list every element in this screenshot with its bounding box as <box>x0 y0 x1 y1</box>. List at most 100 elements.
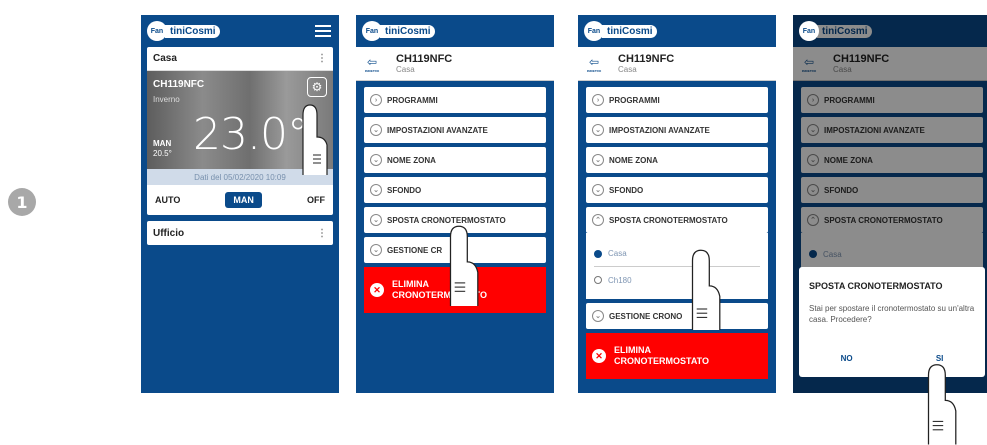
app-topbar: Fan tiniCosmi <box>356 15 554 47</box>
current-mode-label: MAN <box>153 139 172 148</box>
chevron-down-icon: ⌄ <box>592 310 604 322</box>
menu-item-label: PROGRAMMI <box>387 95 438 105</box>
brand-logo: Fan tiniCosmi <box>362 21 435 41</box>
menu-item-label: IMPOSTAZIONI AVANZATE <box>387 125 488 135</box>
logo-text: tiniCosmi <box>165 24 220 38</box>
kebab-menu-icon[interactable]: ⋮ <box>317 53 327 64</box>
phone-screen-device-menu: Fan tiniCosmi ⇦ INDIETRO CH119NFC Casa ›… <box>356 15 554 393</box>
home-card-ufficio: Ufficio ⋮ <box>147 221 333 245</box>
step-number-badge: 1 <box>8 188 36 216</box>
home-name: Casa <box>153 53 177 64</box>
dialog-message: Stai per spostare il cronotermostato su … <box>809 304 975 324</box>
logo-badge: Fan <box>147 21 167 41</box>
menu-item-label: NOME ZONA <box>609 155 658 165</box>
back-label: INDIETRO <box>364 68 380 73</box>
menu-item-sfondo[interactable]: ⌄ SFONDO <box>586 177 768 203</box>
device-subtitle: Casa <box>396 65 415 74</box>
option-casa[interactable]: Casa <box>594 241 760 267</box>
chevron-down-icon: ⌄ <box>592 124 604 136</box>
device-header: ⇦ INDIETRO CH119NFC Casa <box>356 47 554 81</box>
menu-item-label: SFONDO <box>387 185 422 195</box>
menu-item-sposta[interactable]: ⌃ SPOSTA CRONOTERMOSTATO <box>586 207 768 233</box>
home-name: Ufficio <box>153 227 185 239</box>
chevron-down-icon: ⌄ <box>370 184 382 196</box>
menu-item-label: PROGRAMMI <box>609 95 660 105</box>
logo-badge: Fan <box>799 21 819 41</box>
tap-hand-icon <box>691 249 721 330</box>
logo-text: tiniCosmi <box>380 24 435 38</box>
setpoint-label: 20.5° <box>153 149 172 158</box>
device-header: ⇦ INDIETRO CH119NFC Casa <box>578 47 776 81</box>
logo-badge: Fan <box>362 21 382 41</box>
back-button[interactable]: ⇦ INDIETRO <box>362 55 382 73</box>
menu-item-impostazioni[interactable]: ⌄ IMPOSTAZIONI AVANZATE <box>364 117 546 143</box>
home-card-header[interactable]: Casa ⋮ <box>147 47 333 71</box>
dialog-title: SPOSTA CRONOTERMOSTATO <box>809 281 943 291</box>
mode-auto-button[interactable]: AUTO <box>155 195 180 205</box>
app-topbar: Fan tiniCosmi <box>141 15 339 47</box>
app-topbar: Fan tiniCosmi <box>578 15 776 47</box>
delete-label-line1: ELIMINA <box>392 279 429 289</box>
menu-item-impostazioni[interactable]: ⌄ IMPOSTAZIONI AVANZATE <box>586 117 768 143</box>
menu-item-programmi[interactable]: › PROGRAMMI <box>364 87 546 113</box>
chevron-right-icon: › <box>592 94 604 106</box>
gear-icon[interactable]: ⚙ <box>307 77 327 97</box>
back-button[interactable]: ⇦ INDIETRO <box>584 55 604 73</box>
mode-off-button[interactable]: OFF <box>307 195 325 205</box>
chevron-down-icon: ⌄ <box>592 154 604 166</box>
kebab-menu-icon[interactable]: ⋮ <box>317 228 327 239</box>
menu-item-label: GESTIONE CR <box>387 245 443 255</box>
brand-logo: Fan tiniCosmi <box>584 21 657 41</box>
phone-screen-home: Fan tiniCosmi Casa ⋮ CH119NFC Inverno 23… <box>141 15 339 393</box>
chevron-up-icon: ⌃ <box>592 214 604 226</box>
menu-item-label: GESTIONE CRONO <box>609 311 683 321</box>
menu-item-sfondo[interactable]: ⌄ SFONDO <box>364 177 546 203</box>
chevron-down-icon: ⌄ <box>370 244 382 256</box>
menu-item-label: IMPOSTAZIONI AVANZATE <box>609 125 710 135</box>
device-name: CH119NFC <box>153 79 205 90</box>
menu-item-nome-zona[interactable]: ⌄ NOME ZONA <box>364 147 546 173</box>
menu-item-label: SFONDO <box>609 185 644 195</box>
option-ch180[interactable]: Ch180 <box>594 267 760 293</box>
menu-item-programmi[interactable]: › PROGRAMMI <box>586 87 768 113</box>
phone-screen-sposta-expanded: Fan tiniCosmi ⇦ INDIETRO CH119NFC Casa ›… <box>578 15 776 393</box>
back-icon: ⇦ <box>588 54 600 69</box>
delete-thermostat-button[interactable]: ✕ ELIMINA CRONOTERMOSTATO <box>586 333 768 379</box>
chevron-down-icon: ⌄ <box>592 184 604 196</box>
delete-label-line2: CRONOTERMOSTATO <box>614 356 709 366</box>
menu-item-gestione[interactable]: ⌄ GESTIONE CRONO <box>586 303 768 329</box>
logo-text: tiniCosmi <box>602 24 657 38</box>
radio-unselected-icon <box>594 276 602 284</box>
dialog-no-button[interactable]: NO <box>841 354 853 363</box>
tap-hand-icon <box>302 104 328 175</box>
brand-logo: Fan tiniCosmi <box>147 21 220 41</box>
device-title: CH119NFC <box>396 53 453 65</box>
menu-item-label: SPOSTA CRONOTERMOSTATO <box>609 215 728 225</box>
chevron-down-icon: ⌄ <box>370 124 382 136</box>
radio-selected-icon <box>594 249 602 258</box>
chevron-down-icon: ⌄ <box>370 154 382 166</box>
menu-icon[interactable] <box>315 25 331 37</box>
season-label: Inverno <box>153 95 180 104</box>
close-icon: ✕ <box>370 283 384 297</box>
chevron-right-icon: › <box>370 94 382 106</box>
option-label: Ch180 <box>608 275 632 285</box>
device-title: CH119NFC <box>618 53 675 65</box>
mode-man-button[interactable]: MAN <box>225 192 262 208</box>
device-subtitle: Casa <box>618 65 637 74</box>
chevron-down-icon: ⌄ <box>370 214 382 226</box>
menu-item-nome-zona[interactable]: ⌄ NOME ZONA <box>586 147 768 173</box>
phone-screen-confirm-dialog: Fan tiniCosmi ⇦ INDIETRO CH119NFC Casa ›… <box>793 15 987 393</box>
menu-item-label: NOME ZONA <box>387 155 436 165</box>
option-label: Casa <box>608 249 627 258</box>
tap-hand-icon <box>927 364 957 445</box>
tap-hand-icon <box>449 225 479 306</box>
mode-selector: AUTO MAN OFF <box>147 185 333 215</box>
back-label: INDIETRO <box>586 68 602 73</box>
settings-menu: › PROGRAMMI ⌄ IMPOSTAZIONI AVANZATE ⌄ NOME … <box>578 81 776 329</box>
sposta-options: Casa Ch180 <box>586 233 768 299</box>
back-icon: ⇦ <box>366 54 378 69</box>
home-card-header[interactable]: Ufficio ⋮ <box>147 221 333 245</box>
close-icon: ✕ <box>592 349 606 363</box>
delete-label-line1: ELIMINA <box>614 345 651 355</box>
